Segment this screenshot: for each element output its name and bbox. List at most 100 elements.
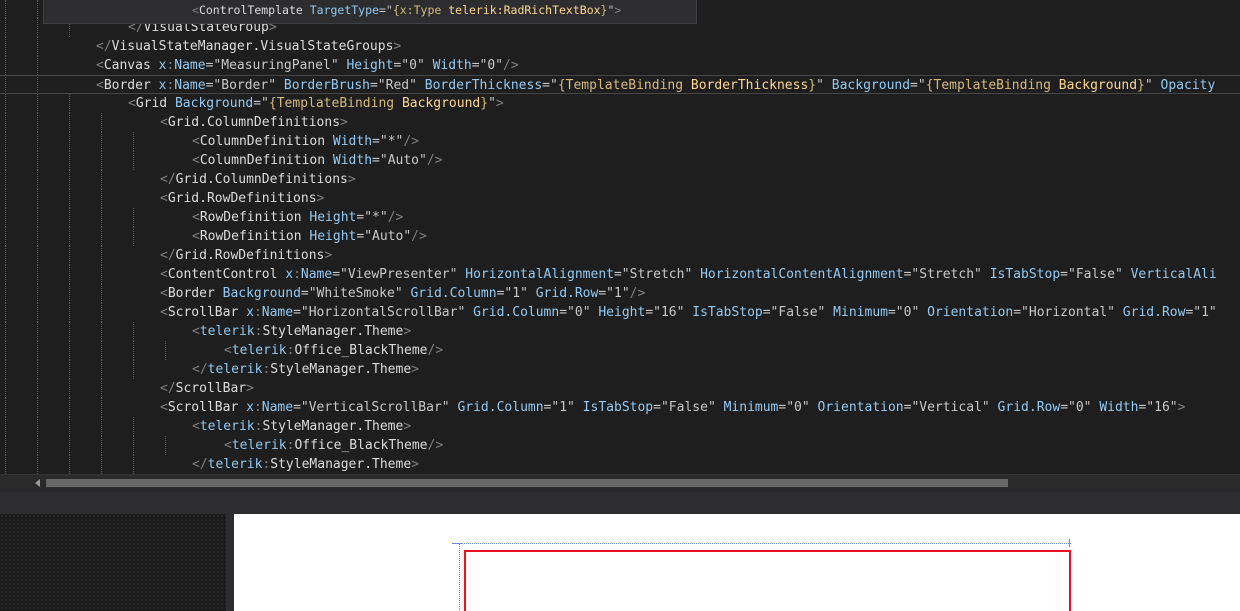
code-line[interactable]: <telerik:Office_BlackTheme/> (0, 436, 443, 455)
code-token: 1 (614, 286, 622, 301)
code-token: </ (96, 39, 112, 54)
code-line[interactable]: </telerik:StyleManager.Theme> (0, 360, 419, 379)
code-token: =" (293, 400, 309, 415)
code-token: < (160, 191, 168, 206)
code-token: =" (910, 78, 926, 93)
code-token: =" (762, 305, 779, 320)
code-line-text: <telerik:Office_BlackTheme/> (0, 436, 443, 455)
code-line-text: <telerik:Office_BlackTheme/> (0, 341, 443, 360)
code-token: =" (903, 267, 920, 282)
code-line[interactable]: </VisualStateManager.VisualStateGroups> (0, 37, 401, 56)
code-line[interactable]: <telerik:StyleManager.Theme> (0, 322, 411, 341)
code-line[interactable]: </ScrollBar> (0, 379, 254, 398)
code-token: Height (590, 305, 646, 320)
code-token: Grid.RowDefinitions (175, 248, 325, 263)
code-token: =" (369, 78, 386, 93)
code-token: 16 (1154, 400, 1170, 415)
code-line-text: <Grid.ColumnDefinitions> (0, 113, 348, 132)
code-line-text: </telerik:StyleManager.Theme> (0, 455, 419, 474)
code-line[interactable]: <Canvas x:Name="MeasuringPanel" Height="… (0, 56, 519, 75)
code-token: =" (205, 78, 222, 93)
code-token: TargetType (302, 3, 379, 17)
code-token: " (419, 153, 427, 168)
code-token: Opacity (1152, 78, 1216, 93)
code-token: " (981, 400, 990, 415)
code-line[interactable]: <ScrollBar x:Name="HorizontalScrollBar" … (0, 303, 1217, 322)
code-token: /> (426, 153, 443, 168)
code-token: > (403, 324, 412, 339)
code-token: < (160, 267, 168, 282)
code-token: " (495, 58, 504, 73)
code-token: Height (338, 58, 394, 73)
code-token: < (160, 115, 168, 130)
code-line[interactable]: <ContentControl x:Name="ViewPresenter" H… (0, 265, 1217, 284)
code-token: Background (823, 78, 911, 93)
pane-splitter[interactable] (0, 492, 1240, 514)
code-line[interactable]: <RowDefinition Height="Auto"/> (0, 227, 427, 246)
pane-divider[interactable] (226, 514, 234, 611)
code-line[interactable]: <ScrollBar x:Name="VerticalScrollBar" Gr… (0, 398, 1185, 417)
code-line-text: <ContentControl x:Name="ViewPresenter" H… (0, 265, 1217, 284)
xaml-code-editor[interactable]: </VisualStateGroup> </VisualStateManager.… (0, 0, 1240, 474)
code-token: < (128, 96, 136, 111)
code-token: ContentControl (167, 267, 278, 282)
code-token: Grid.RowDefinitions (167, 191, 317, 206)
code-token: telerik (207, 362, 263, 377)
code-token: VisualStateManager.VisualStateGroups (111, 39, 394, 54)
code-token: /> (411, 229, 427, 244)
code-token: =" (1138, 400, 1155, 415)
code-line-text: </VisualStateManager.VisualStateGroups> (0, 37, 401, 56)
code-token: =" (1013, 305, 1029, 320)
code-token: > (411, 362, 419, 377)
code-token: Grid.ColumnDefinitions (167, 115, 341, 130)
code-line[interactable]: <telerik:Office_BlackTheme/> (0, 341, 443, 360)
code-token: =" (542, 78, 558, 93)
code-line[interactable]: <Grid.RowDefinitions> (0, 189, 324, 208)
code-token: BorderThickness (690, 78, 809, 93)
code-token: Grid.Row (1114, 305, 1186, 320)
code-line-text: </ScrollBar> (0, 379, 254, 398)
code-line[interactable]: <telerik:StyleManager.Theme> (0, 417, 411, 436)
code-token: =" (598, 286, 614, 301)
code-token: 0 (574, 305, 583, 320)
code-token: " (621, 286, 630, 301)
code-token: {TemplateBinding (268, 96, 402, 111)
code-token: Grid.Column (449, 400, 544, 415)
code-token: 16 (660, 305, 677, 320)
code-token: Name (174, 78, 206, 93)
code-token: > (316, 191, 325, 206)
code-line[interactable]: <Grid Background="{TemplateBinding Backg… (0, 94, 504, 113)
code-line[interactable]: </telerik:StyleManager.Theme> (0, 455, 419, 474)
code-line[interactable]: <ColumnDefinition Width="Auto"/> (0, 151, 442, 170)
selection-adorner-left (459, 543, 460, 611)
code-token: Grid.ColumnDefinitions (175, 172, 348, 187)
code-line[interactable]: <Border x:Name="Border" BorderBrush="Red… (0, 75, 1240, 94)
code-line[interactable]: <RowDefinition Height="*"/> (0, 208, 403, 227)
code-token: /> (427, 343, 444, 358)
code-token: =" (778, 400, 795, 415)
code-token: Vertical (919, 400, 982, 415)
code-token: Stretch (919, 267, 975, 282)
code-line[interactable]: <ColumnDefinition Width="*"/> (0, 132, 419, 151)
code-token: Background (214, 286, 301, 301)
code-token: Horizontal (1028, 305, 1108, 320)
code-token: < (192, 210, 200, 225)
scrollbar-thumb[interactable] (46, 479, 1008, 487)
code-token: x (238, 400, 254, 415)
code-line[interactable]: <Border Background="WhiteSmoke" Grid.Col… (0, 284, 645, 303)
code-token: < (96, 78, 104, 93)
code-token: RowDefinition (199, 229, 302, 244)
code-token: > (495, 96, 504, 111)
code-token: =" (613, 267, 630, 282)
code-token: < (192, 324, 200, 339)
code-token: /> (503, 58, 519, 73)
editor-horizontal-scrollbar[interactable] (0, 474, 1240, 492)
design-surface[interactable] (234, 514, 1240, 611)
code-token: " (1208, 305, 1217, 320)
code-token: " (582, 305, 591, 320)
chevron-left-icon[interactable] (35, 479, 40, 487)
code-line[interactable]: <Grid.ColumnDefinitions> (0, 113, 348, 132)
border-element-preview[interactable] (464, 550, 1071, 611)
code-line[interactable]: </Grid.ColumnDefinitions> (0, 170, 356, 189)
code-line[interactable]: </Grid.RowDefinitions> (0, 246, 332, 265)
